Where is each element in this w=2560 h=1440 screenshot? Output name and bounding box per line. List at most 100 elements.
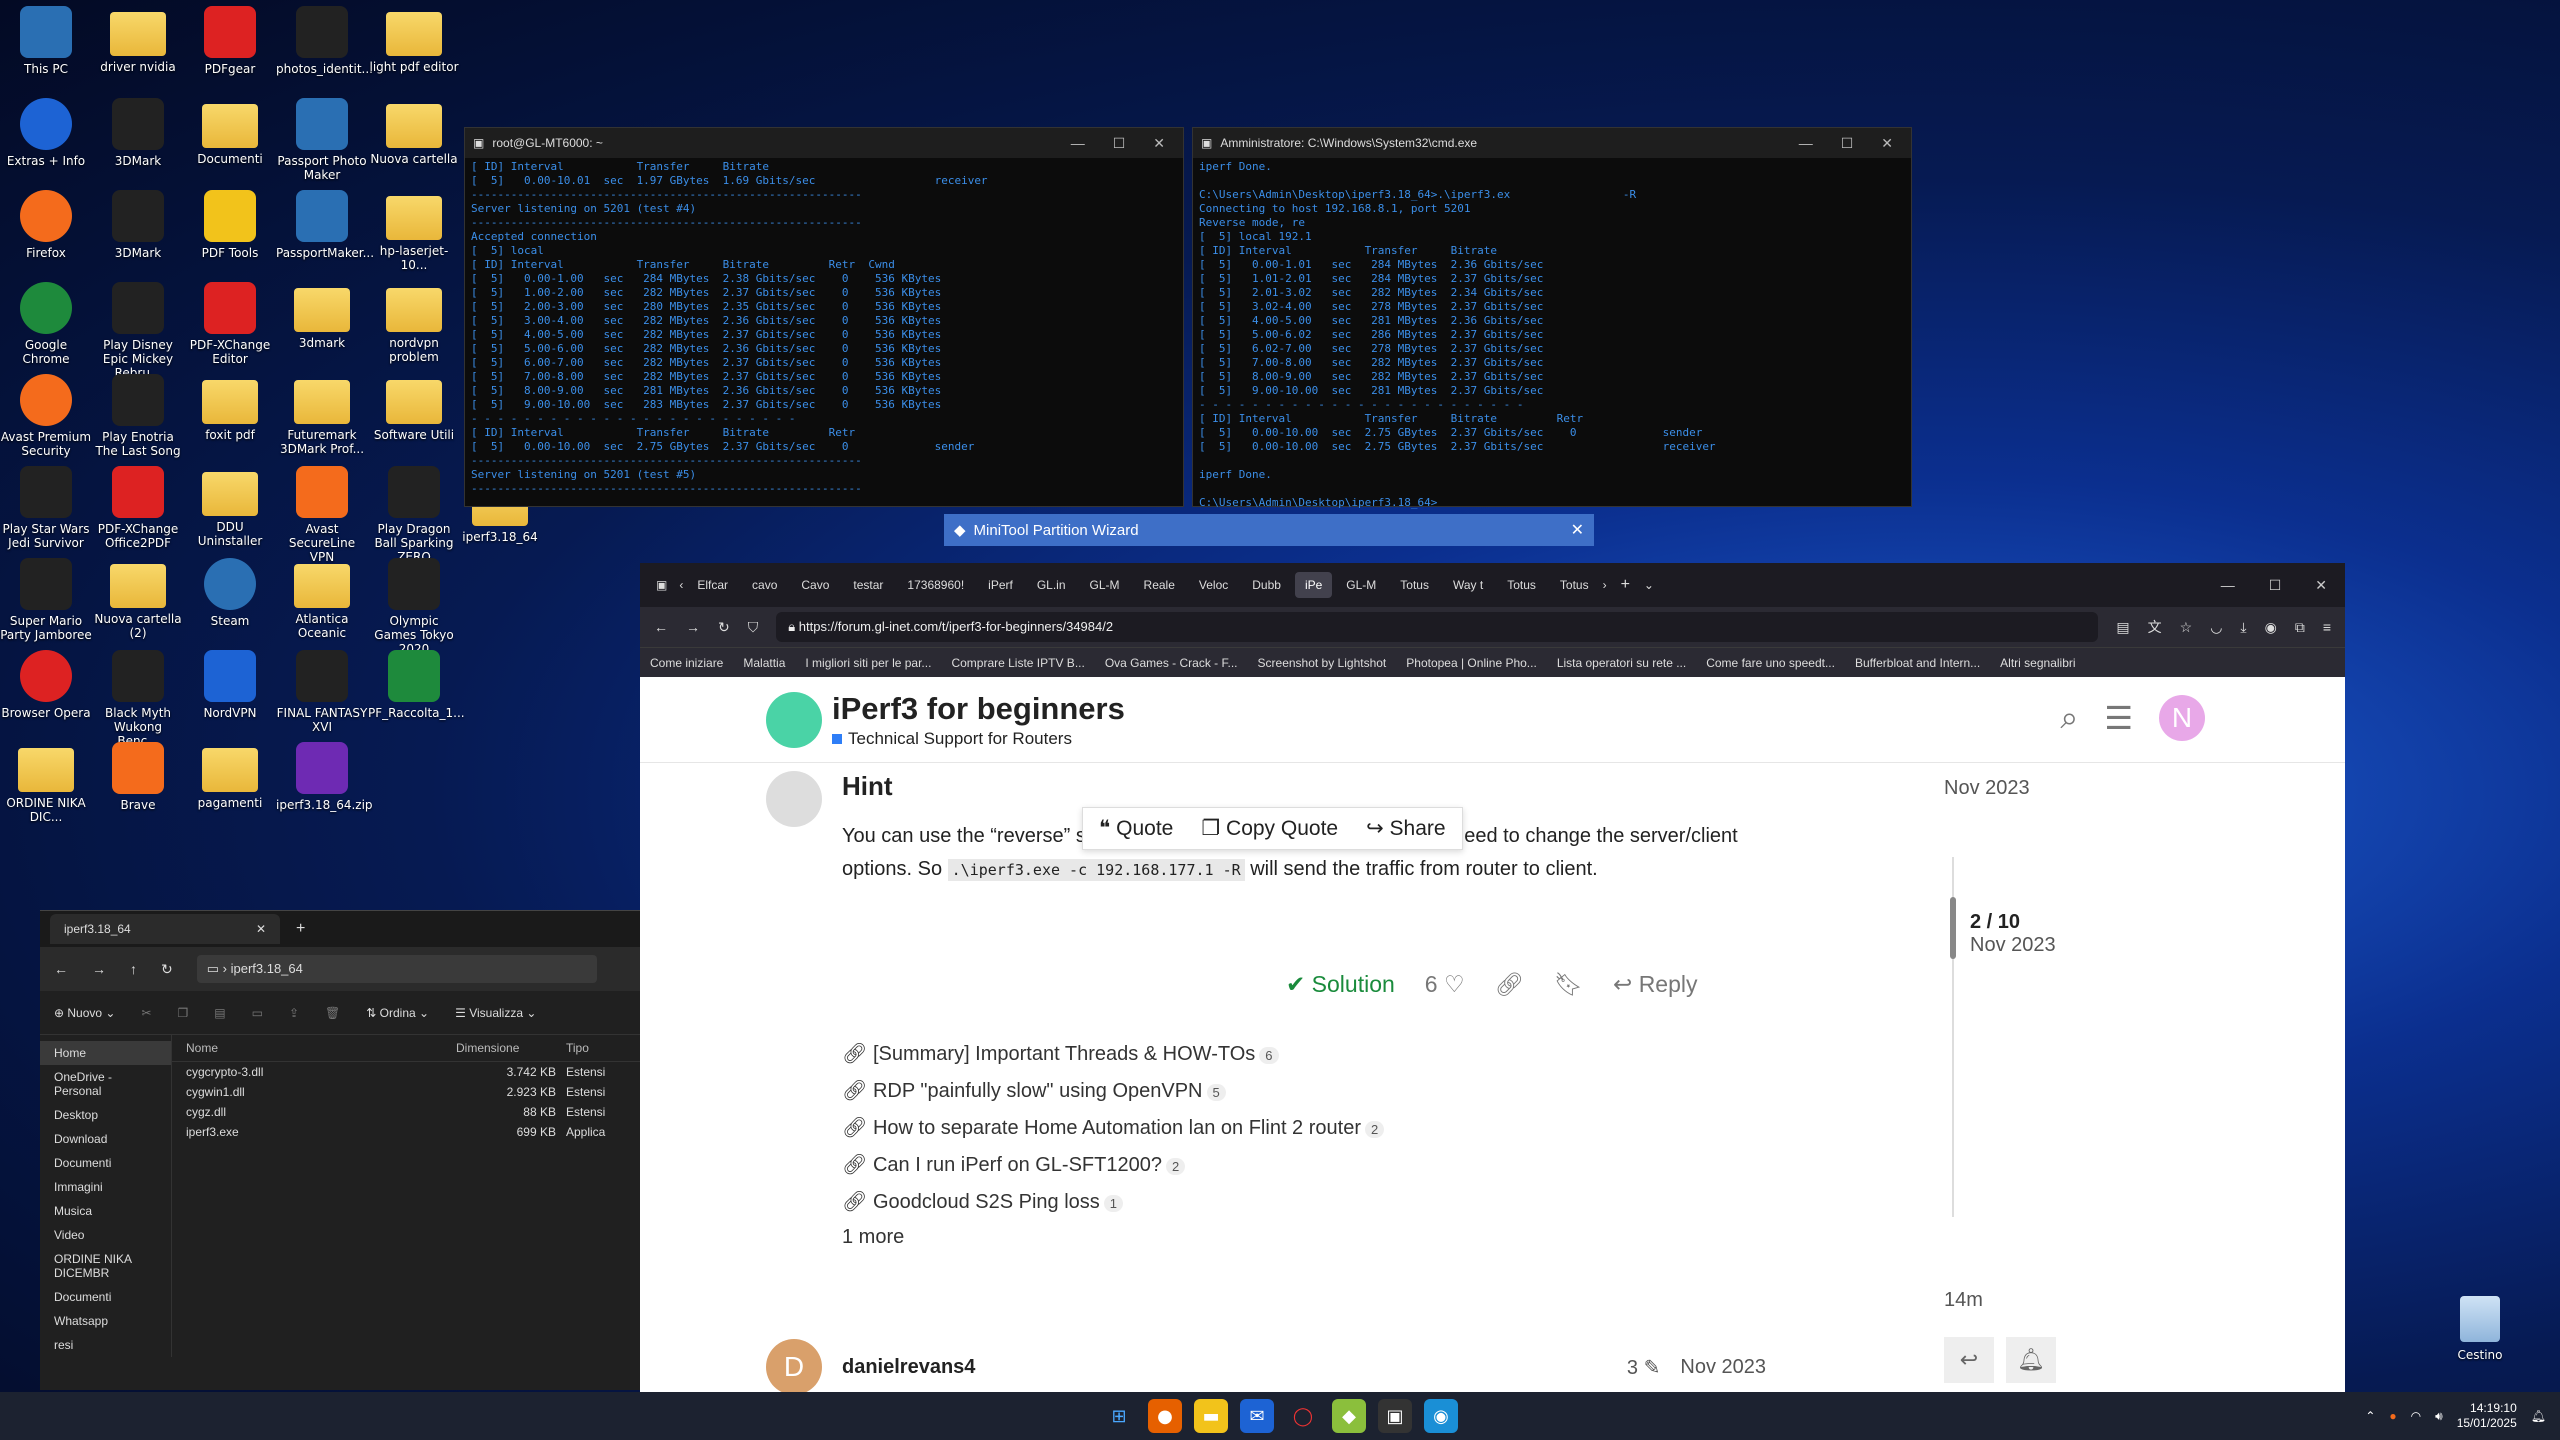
menu-icon[interactable]: ≡ <box>2323 619 2331 635</box>
browser-tab[interactable]: testar <box>843 572 893 598</box>
sidebar-item[interactable]: OneDrive - Personal <box>40 1065 171 1103</box>
browser-tab[interactable]: cavo <box>742 572 787 598</box>
desktop-icon[interactable]: light pdf editor <box>368 0 460 74</box>
search-icon[interactable]: ⌕ <box>2060 699 2078 737</box>
bookmark-item[interactable]: Come iniziare <box>650 656 723 670</box>
tab-list-icon[interactable]: ▣ <box>648 578 675 592</box>
sidebar-item[interactable]: resi <box>40 1333 171 1357</box>
desktop-icon[interactable]: hp-laserjet-10... <box>368 184 460 272</box>
browser-tab[interactable]: iPe <box>1294 572 1333 598</box>
wifi-icon[interactable]: ◠ <box>2411 1409 2421 1423</box>
solution-button[interactable]: ✔ Solution <box>1286 971 1395 998</box>
browser-tab[interactable]: iPerf <box>978 572 1023 598</box>
notification-bell-icon[interactable]: 🔔︎ <box>2531 1409 2546 1423</box>
scroll-tabs-right-icon[interactable]: › <box>1603 578 1607 592</box>
paste-icon[interactable]: ▤ <box>214 1006 225 1020</box>
browser-tab[interactable]: GL-M <box>1080 572 1130 598</box>
quote-button[interactable]: ❝ Quote <box>1099 816 1173 841</box>
bookmark-item[interactable]: Altri segnalibri <box>2000 656 2075 670</box>
desktop-icon[interactable]: Browser Opera <box>0 644 92 720</box>
desktop-icon[interactable]: iperf3.18_64.zip <box>276 736 373 812</box>
firefox-icon[interactable]: ● <box>1148 1399 1182 1433</box>
sidebar-item[interactable]: Whatsapp <box>40 1309 171 1333</box>
new-tab-button[interactable]: + <box>1611 576 1640 594</box>
url-bar[interactable]: 🔒︎ https://forum.gl-inet.com/t/iperf3-fo… <box>776 612 2099 642</box>
bookmark-item[interactable]: Photopea | Online Pho... <box>1406 656 1537 670</box>
recycle-bin[interactable]: Cestino <box>2440 1296 2520 1362</box>
user-avatar[interactable]: N <box>2159 695 2205 741</box>
delete-icon[interactable]: 🗑 <box>325 1006 340 1020</box>
desktop-icon[interactable]: Nuova cartella <box>368 92 460 166</box>
browser-tab[interactable]: GL-M <box>1336 572 1386 598</box>
desktop-icon[interactable]: Nuova cartella (2) <box>92 552 184 640</box>
shield-icon[interactable]: ⛉ <box>748 619 759 636</box>
desktop-icon[interactable]: NordVPN <box>184 644 276 720</box>
chevron-up-icon[interactable]: ⌃ <box>2365 1409 2375 1423</box>
sort-button[interactable]: ⇅ Ordina ⌄ <box>366 1006 429 1020</box>
speaker-icon[interactable]: 🔊︎ <box>2435 1409 2443 1424</box>
translate-icon[interactable]: 文 <box>2148 617 2162 637</box>
terminal-window-router[interactable]: ▣ root@GL-MT6000: ~ — ☐ ✕ [ ID] Interval T… <box>464 127 1184 507</box>
desktop-icon[interactable]: This PC <box>0 0 92 76</box>
bookmark-item[interactable]: Come fare uno speedt... <box>1706 656 1835 670</box>
browser-tab[interactable]: Cavo <box>791 572 839 598</box>
linked-topic[interactable]: 🔗︎ How to separate Home Automation lan o… <box>842 1115 1385 1140</box>
desktop-icon[interactable]: foxit pdf <box>184 368 276 442</box>
desktop-icon[interactable]: PDFgear <box>184 0 276 76</box>
desktop-icon[interactable]: PF_Raccolta_1... <box>368 644 465 720</box>
tab-dropdown-icon[interactable]: ⌄ <box>1644 578 1654 592</box>
opera-icon[interactable]: ◯ <box>1286 1399 1320 1433</box>
desktop-icon[interactable]: Futuremark 3DMark Prof... <box>276 368 368 456</box>
start-icon[interactable]: ⊞ <box>1102 1399 1136 1433</box>
minimize-button[interactable]: — <box>1799 135 1813 152</box>
sidebar-item[interactable]: Home <box>40 1041 171 1065</box>
desktop-icon[interactable]: Google Chrome <box>0 276 92 366</box>
post-author-avatar[interactable] <box>766 771 822 827</box>
browser-tab[interactable]: Totus <box>1497 572 1546 598</box>
forward-icon[interactable]: → <box>686 619 700 635</box>
desktop-icon[interactable]: nordvpn problem <box>368 276 460 364</box>
linked-topic[interactable]: 🔗︎ RDP "painfully slow" using OpenVPN 5 <box>842 1078 1384 1103</box>
desktop-icon[interactable]: Firefox <box>0 184 92 260</box>
desktop-icon[interactable]: Brave <box>92 736 184 812</box>
browser-tab[interactable]: Totus <box>1390 572 1439 598</box>
title-bar[interactable]: ▣ Amministratore: C:\Windows\System32\cm… <box>1193 128 1911 158</box>
file-explorer-window[interactable]: iperf3.18_64 ✕ + ← → ↑ ↻ ▭ › iperf3.18_6… <box>40 910 640 1390</box>
browser-tab[interactable]: Reale <box>1134 572 1185 598</box>
file-row[interactable]: iperf3.exe 699 KB Applica <box>172 1122 640 1142</box>
post-author[interactable]: Hint <box>842 771 1766 802</box>
up-icon[interactable]: ↑ <box>130 961 137 977</box>
download-icon[interactable]: ⤓ <box>2240 619 2246 636</box>
desktop-icon[interactable]: pagamenti <box>184 736 276 810</box>
browser-tab[interactable]: Elfcar <box>687 572 738 598</box>
like-button[interactable]: 6 ♡ <box>1425 971 1465 998</box>
clock[interactable]: 14:19:10 15/01/2025 <box>2457 1401 2517 1431</box>
sidebar-item[interactable]: ORDINE NIKA DICEMBR <box>40 1247 171 1285</box>
desktop-icon[interactable]: 3DMark <box>92 92 184 168</box>
copy-quote-button[interactable]: ❐ Copy Quote <box>1201 816 1338 841</box>
linked-topic[interactable]: 🔗︎ Can I run iPerf on GL-SFT1200? 2 <box>842 1152 1384 1177</box>
desktop-icon[interactable]: 3DMark <box>92 184 184 260</box>
outlook-icon[interactable]: ✉ <box>1240 1399 1274 1433</box>
file-row[interactable]: cygz.dll 88 KB Estensi <box>172 1102 640 1122</box>
desktop-icon[interactable]: Olympic Games Tokyo 2020 <box>368 552 460 656</box>
topic-title[interactable]: iPerf3 for beginners <box>832 691 1125 727</box>
extensions-icon[interactable]: ⧉ <box>2295 619 2305 636</box>
minitool-window-titlebar[interactable]: ◆ MiniTool Partition Wizard ✕ <box>944 514 1594 546</box>
bookmark-icon[interactable]: 🔖︎ <box>1554 971 1583 998</box>
link-icon[interactable]: 🔗︎ <box>1495 971 1524 998</box>
desktop-icon[interactable]: Documenti <box>184 92 276 166</box>
scroll-tabs-left-icon[interactable]: ‹ <box>679 578 683 592</box>
cut-icon[interactable]: ✂ <box>141 1006 151 1020</box>
maximize-button[interactable]: ☐ <box>1841 135 1854 152</box>
desktop-icon[interactable]: photos_identit... <box>276 0 373 76</box>
desktop-icon[interactable]: Steam <box>184 552 276 628</box>
desktop-icon[interactable]: PDF Tools <box>184 184 276 260</box>
close-button[interactable]: ✕ <box>2315 577 2327 594</box>
minimize-button[interactable]: — <box>1071 135 1085 152</box>
desktop-icon[interactable]: Passport Photo Maker <box>276 92 368 182</box>
edit-count[interactable]: 3 ✎ <box>1627 1355 1660 1380</box>
desktop-icon[interactable]: PDF-XChange Office2PDF <box>92 460 184 550</box>
new-tab-button[interactable]: + <box>296 920 305 938</box>
rename-icon[interactable]: ▭ <box>252 1006 263 1020</box>
